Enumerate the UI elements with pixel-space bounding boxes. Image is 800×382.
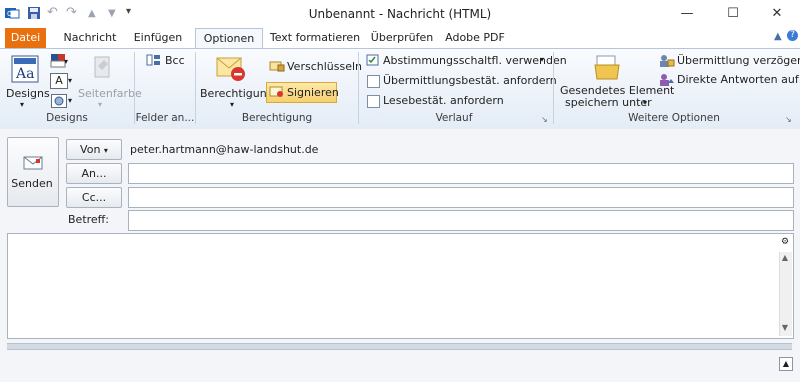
sign-label: Signieren [287,86,339,99]
theme-fonts-icon[interactable]: A [50,73,68,89]
delivery-receipt-checkbox[interactable] [367,75,380,88]
send-label: Senden [11,177,53,190]
tab-datei[interactable]: Datei [5,28,46,48]
svg-text:Aa: Aa [15,66,34,82]
group-label-verlauf: Verlauf [435,112,473,124]
encrypt-icon [269,59,285,73]
direct-replies-icon [659,73,675,87]
sign-icon [269,85,285,99]
read-receipt-checkbox[interactable] [367,95,380,108]
to-field[interactable] [128,163,794,184]
people-pane-splitter[interactable] [7,343,792,350]
group-label-felder: Felder an... [135,112,195,124]
direct-replies-button[interactable]: Direkte Antworten auf [677,73,799,86]
bcc-icon [146,53,162,67]
message-body[interactable] [7,233,794,339]
from-button-label: Von [80,143,101,156]
cc-button[interactable]: Cc... [66,187,122,208]
scroll-down-icon[interactable]: ▼ [779,323,791,334]
close-icon[interactable]: ✕ [754,0,800,28]
designs-icon: Aa [10,54,42,86]
verlauf-dialog-launcher-icon[interactable]: ↘ [541,115,548,124]
encrypt-button[interactable]: Verschlüsseln [287,60,362,73]
send-icon [22,154,44,172]
theme-effects-icon[interactable] [51,94,67,108]
tab-adobe-pdf[interactable]: Adobe PDF [440,28,510,48]
designs-button[interactable]: Designs [6,87,50,100]
group-label-designs: Designs [46,112,88,124]
theme-fonts-dropdown-icon[interactable]: ▾ [68,76,72,85]
save-sent-item-label-line2: speichern unter [565,96,652,109]
weitere-optionen-dialog-launcher-icon[interactable]: ↘ [785,115,792,124]
group-label-weitere-optionen: Weitere Optionen [628,112,720,124]
permission-dropdown-icon[interactable]: ▾ [230,100,234,109]
tab-einfuegen[interactable]: Einfügen [128,28,188,48]
subject-label: Betreff: [68,213,109,226]
page-color-icon [92,54,114,82]
tab-nachricht[interactable]: Nachricht [57,28,123,48]
permission-icon [214,54,248,84]
designs-dropdown-icon[interactable]: ▾ [20,100,24,109]
read-receipt-label: Lesebestät. anfordern [383,94,504,107]
tab-optionen[interactable]: Optionen [195,28,263,50]
page-color-dropdown-icon[interactable]: ▾ [98,100,102,109]
from-value: peter.hartmann@haw-landshut.de [130,143,319,156]
voting-dropdown-icon[interactable]: ▾ [540,55,544,64]
delivery-receipt-label: Übermittlungsbestät. anfordern [383,74,557,87]
maximize-icon[interactable]: ☐ [710,0,756,28]
group-label-berechtigung: Berechtigung [241,112,313,124]
voting-icon [366,54,380,67]
minimize-icon[interactable]: — [664,0,710,28]
scroll-up-icon[interactable]: ▲ [779,253,791,264]
cc-field[interactable] [128,187,794,208]
delay-delivery-icon [659,54,675,68]
tab-text-formatieren[interactable]: Text formatieren [268,28,362,48]
ruler-toggle-icon[interactable]: ⚙ [779,237,791,250]
save-sent-item-dropdown-icon[interactable]: ▾ [643,98,647,107]
tab-ueberpruefen[interactable]: Überprüfen [366,28,438,48]
help-icon[interactable]: ? [787,30,798,41]
from-dropdown-icon: ▾ [103,146,108,155]
page-color-button[interactable]: Seitenfarbe [78,87,142,100]
people-pane-expand-icon[interactable]: ▲ [779,357,793,371]
bcc-button[interactable]: Bcc [165,54,185,67]
subject-field[interactable] [128,210,794,231]
ribbon-minimize-icon[interactable]: ▲ [774,31,782,42]
from-button[interactable]: Von ▾ [66,139,122,160]
to-button[interactable]: An... [66,163,122,184]
permission-button[interactable]: Berechtigung [200,87,274,100]
theme-effects-dropdown-icon[interactable]: ▾ [68,96,72,105]
delay-delivery-button[interactable]: Übermittlung verzögern [677,54,800,67]
save-sent-item-icon [592,53,622,83]
theme-colors-dropdown-icon[interactable]: ▾ [64,57,68,66]
